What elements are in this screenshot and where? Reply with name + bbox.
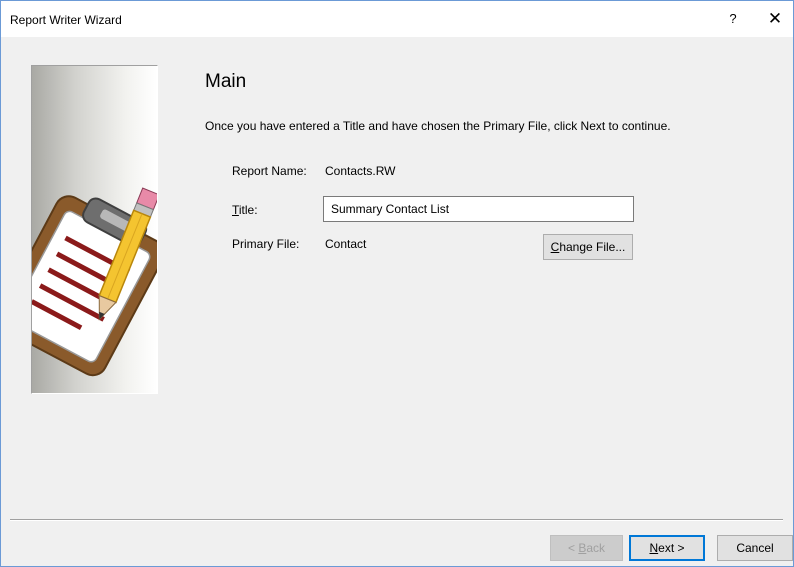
- title-input[interactable]: [323, 196, 634, 222]
- page-heading: Main: [205, 71, 247, 92]
- primary-file-value: Contact: [325, 237, 367, 251]
- instruction-text: Once you have entered a Title and have c…: [205, 119, 671, 133]
- clipboard-with-pencil-icon: [32, 187, 157, 377]
- report-name-value: Contacts.RW: [325, 164, 396, 178]
- next-text: ext >: [658, 541, 685, 555]
- title-label-mnemonic: T: [232, 203, 239, 217]
- change-file-mnemonic: C: [550, 240, 560, 254]
- title-bar: Report Writer Wizard ? ✕: [1, 1, 793, 37]
- close-button[interactable]: ✕: [757, 5, 793, 33]
- primary-file-label: Primary File:: [232, 237, 300, 251]
- back-text: ack: [586, 541, 606, 555]
- window-title: Report Writer Wizard: [10, 13, 122, 27]
- help-button[interactable]: ?: [715, 5, 751, 33]
- footer-separator: [10, 519, 783, 521]
- back-button[interactable]: < Back: [550, 535, 623, 561]
- wizard-image-panel: [31, 65, 158, 394]
- title-label: Title:: [232, 203, 258, 217]
- report-name-label: Report Name:: [232, 164, 307, 178]
- cancel-button[interactable]: Cancel: [717, 535, 793, 561]
- next-mnemonic: N: [649, 541, 659, 555]
- change-file-button[interactable]: Change File...: [543, 234, 633, 260]
- title-label-text: itle:: [238, 203, 258, 217]
- wizard-window: Report Writer Wizard ? ✕ Main Once you h…: [0, 0, 794, 567]
- change-file-text: hange File...: [559, 240, 626, 254]
- next-button[interactable]: Next >: [629, 535, 705, 561]
- back-prefix: <: [567, 541, 579, 555]
